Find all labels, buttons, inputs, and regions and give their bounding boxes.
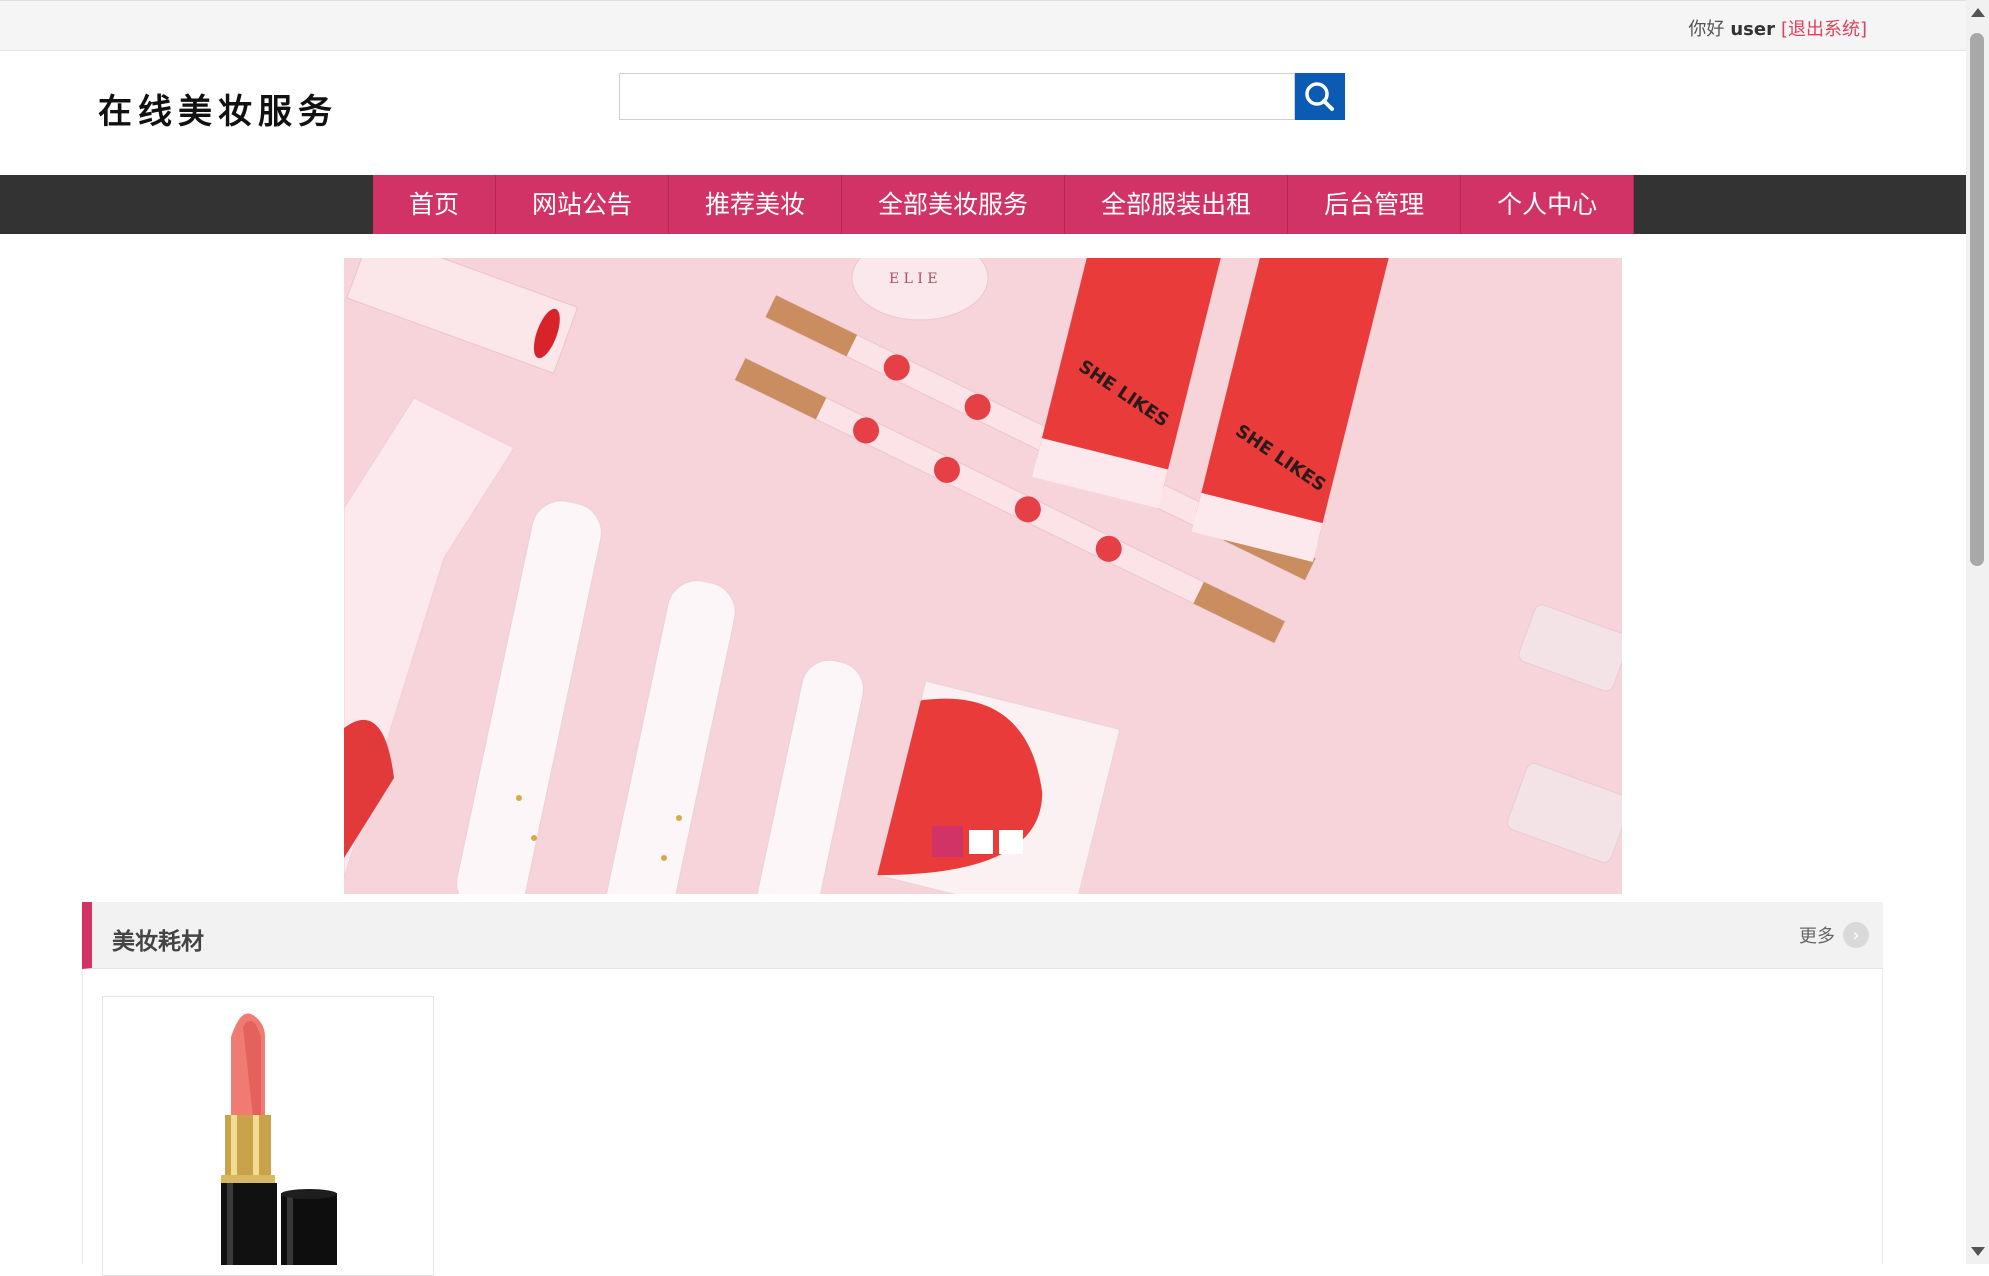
more-link[interactable]: 更多 › — [1799, 922, 1869, 948]
user-info: 你好 user [退出系统] — [1688, 15, 1867, 41]
scroll-down-icon[interactable] — [1971, 1247, 1985, 1256]
product-card[interactable] — [102, 996, 434, 1276]
search-button[interactable] — [1295, 73, 1345, 120]
carousel-dots — [932, 826, 1023, 857]
site-logo[interactable]: 在线美妆服务 — [98, 84, 338, 133]
nav-item-all-services[interactable]: 全部美妆服务 — [842, 175, 1066, 234]
nav-list: 首页 网站公告 推荐美妆 全部美妆服务 全部服装出租 后台管理 个人中心 — [373, 175, 1635, 234]
more-label: 更多 — [1799, 926, 1835, 947]
scroll-thumb[interactable] — [1970, 33, 1984, 566]
carousel-dot-2[interactable] — [969, 830, 993, 854]
logout-link[interactable]: [退出系统] — [1781, 19, 1867, 40]
search-input[interactable] — [619, 73, 1295, 120]
search-bar — [619, 73, 1345, 120]
nav-item-recommended[interactable]: 推荐美妆 — [669, 175, 843, 234]
username: user — [1730, 19, 1775, 40]
banner-carousel[interactable]: E L I E SHE LIKES SHE LIKES — [344, 258, 1622, 894]
nav-item-clothing-rental[interactable]: 全部服装出租 — [1065, 175, 1289, 234]
scroll-up-icon[interactable] — [1971, 8, 1985, 17]
svg-text:E L I E: E L I E — [889, 271, 938, 287]
page-scrollbar[interactable] — [1966, 0, 1989, 1264]
search-icon — [1305, 82, 1334, 111]
nav-item-admin[interactable]: 后台管理 — [1288, 175, 1462, 234]
section-title: 美妆耗材 — [112, 929, 204, 955]
user-bar: 你好 user [退出系统] — [0, 0, 1966, 51]
greeting-text: 你好 — [1688, 19, 1725, 40]
product-image — [103, 997, 433, 1273]
banner-image: E L I E SHE LIKES SHE LIKES — [344, 258, 1622, 894]
chevron-right-icon: › — [1843, 922, 1869, 948]
section-header: 美妆耗材 更多 › — [82, 902, 1883, 969]
nav-item-home[interactable]: 首页 — [373, 175, 497, 234]
carousel-dot-3[interactable] — [999, 830, 1023, 854]
nav-item-profile[interactable]: 个人中心 — [1461, 175, 1635, 234]
nav-item-announcements[interactable]: 网站公告 — [496, 175, 670, 234]
main-nav: 首页 网站公告 推荐美妆 全部美妆服务 全部服装出租 后台管理 个人中心 — [0, 175, 1966, 234]
carousel-dot-1[interactable] — [932, 826, 963, 857]
